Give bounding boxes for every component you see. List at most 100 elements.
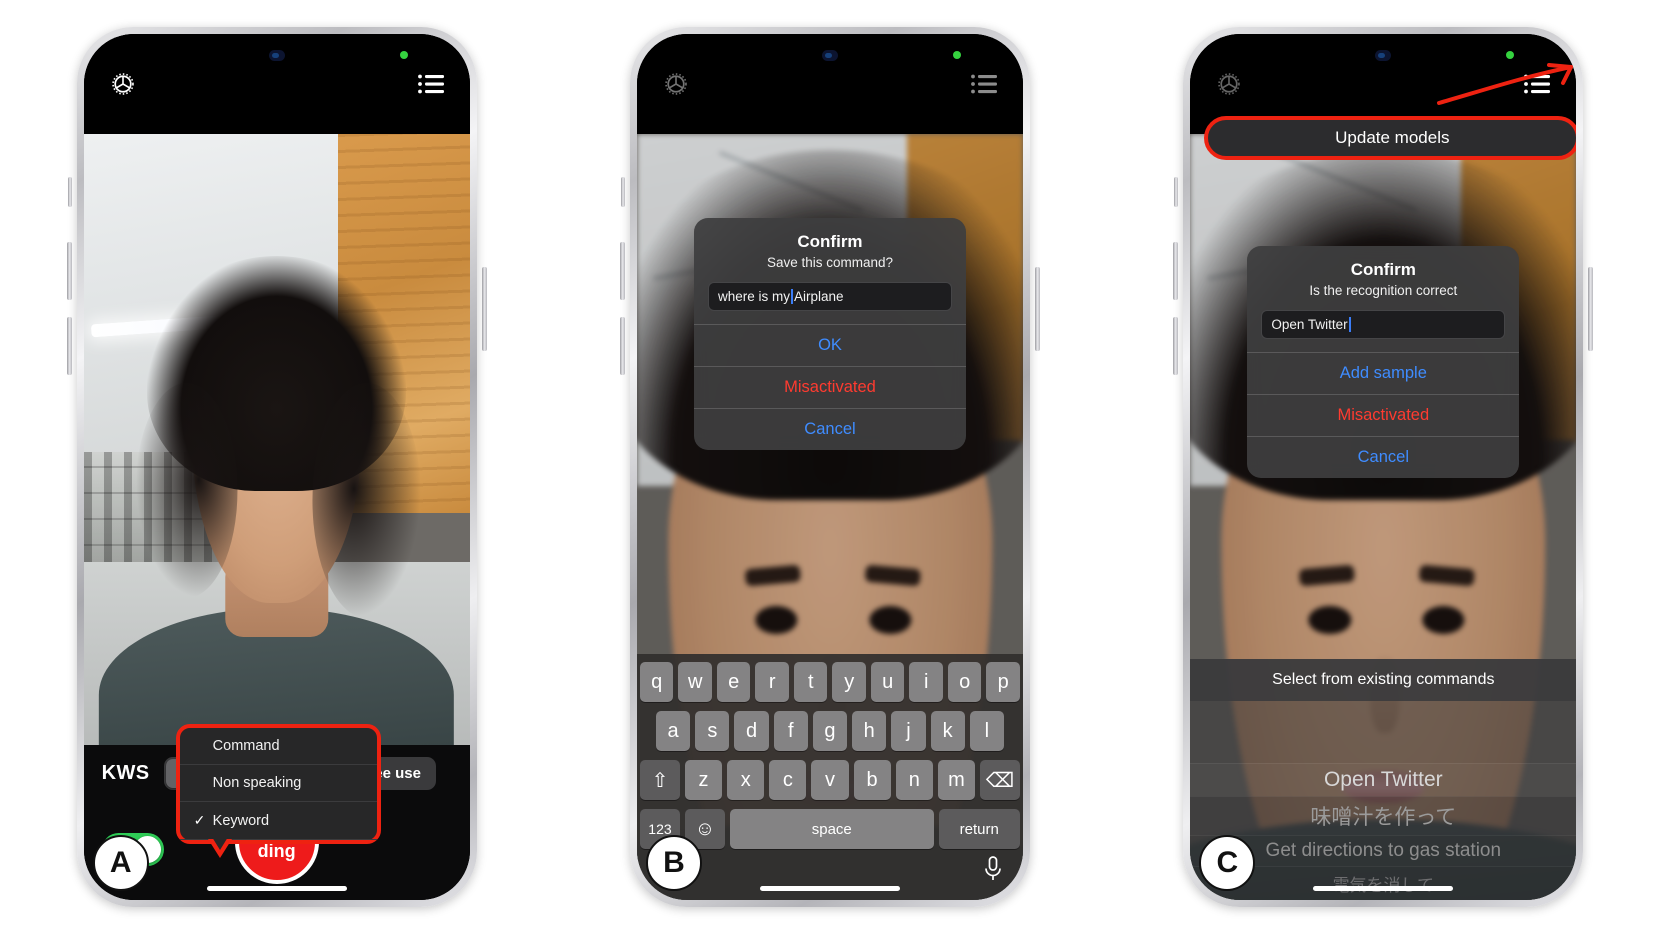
- key-d[interactable]: d: [734, 711, 769, 751]
- status-bar-a: [83, 34, 470, 134]
- gear-icon[interactable]: [659, 67, 693, 101]
- panel-label-c: C: [1199, 835, 1256, 891]
- add-sample-button[interactable]: Add sample: [1247, 352, 1520, 394]
- volume-down-button[interactable]: [1173, 317, 1179, 375]
- volume-down-button[interactable]: [619, 317, 625, 375]
- power-button[interactable]: [481, 267, 487, 351]
- front-camera-icon: [268, 50, 285, 61]
- list-icon[interactable]: [414, 67, 448, 101]
- return-key[interactable]: return: [938, 809, 1020, 849]
- screen-a: Command Non speaking ✓ Keyword KWS Free …: [83, 34, 470, 900]
- check-icon-keyword: ✓: [193, 812, 206, 828]
- keyboard-row-1: q w e r t y u i o p: [639, 662, 1020, 702]
- key-w[interactable]: w: [678, 662, 712, 702]
- key-i[interactable]: i: [909, 662, 943, 702]
- gear-icon[interactable]: [106, 67, 140, 101]
- picker-header: Select from existing commands: [1190, 659, 1577, 701]
- dialog-title: Confirm: [797, 232, 863, 251]
- dropdown-item-non-speaking[interactable]: Non speaking: [179, 765, 377, 802]
- record-button-line2: ding: [257, 841, 296, 861]
- list-icon[interactable]: [967, 67, 1001, 101]
- volume-down-button[interactable]: [66, 317, 72, 375]
- update-models-menu-item[interactable]: Update models: [1204, 116, 1577, 160]
- power-button[interactable]: [1588, 267, 1594, 351]
- camera-viewfinder-a: [83, 134, 470, 745]
- key-z[interactable]: z: [684, 760, 723, 800]
- panel-label-b: B: [645, 835, 702, 891]
- screen-c: Update models Confirm Is the recognition…: [1190, 34, 1577, 900]
- picker-spacer: [1190, 701, 1577, 763]
- key-c[interactable]: c: [769, 760, 807, 800]
- key-y[interactable]: y: [832, 662, 866, 702]
- list-item[interactable]: Open Twitter: [1190, 763, 1577, 796]
- key-e[interactable]: e: [716, 662, 751, 702]
- command-text-input[interactable]: where is my Airplane: [707, 282, 952, 311]
- dialog-title: Confirm: [1350, 260, 1416, 279]
- kws-label: KWS: [101, 762, 150, 784]
- dropdown-item-keyword[interactable]: ✓ Keyword: [179, 802, 377, 840]
- silent-switch[interactable]: [67, 177, 72, 207]
- camera-viewfinder-c: Confirm Is the recognition correct Open …: [1190, 134, 1577, 900]
- home-indicator[interactable]: [1313, 886, 1454, 891]
- volume-up-button[interactable]: [1173, 242, 1179, 300]
- dropdown-item-command[interactable]: Command: [179, 728, 377, 765]
- phone-panel-c: Update models Confirm Is the recognition…: [1173, 27, 1594, 907]
- panel-label-a: A: [92, 835, 149, 891]
- keyboard-row-2: a s d f g h j k l: [640, 711, 1020, 751]
- space-key[interactable]: space: [729, 809, 934, 849]
- home-indicator[interactable]: [206, 886, 347, 891]
- list-item[interactable]: 味噌汁を作って: [1190, 796, 1577, 835]
- key-p[interactable]: p: [986, 662, 1020, 702]
- camera-active-indicator: [399, 51, 408, 59]
- key-h[interactable]: h: [852, 711, 887, 751]
- key-x[interactable]: x: [727, 760, 765, 800]
- ok-button[interactable]: OK: [693, 324, 966, 366]
- misactivated-button[interactable]: Misactivated: [1247, 394, 1520, 436]
- callout-pointer: [207, 837, 232, 858]
- label-type-dropdown[interactable]: Command Non speaking ✓ Keyword: [175, 724, 381, 858]
- key-j[interactable]: j: [891, 711, 926, 751]
- camera-subject: [99, 256, 455, 745]
- key-o[interactable]: o: [947, 662, 982, 702]
- silent-switch[interactable]: [1174, 177, 1179, 207]
- camera-active-indicator: [1506, 51, 1515, 59]
- volume-up-button[interactable]: [619, 242, 625, 300]
- key-t[interactable]: t: [793, 662, 828, 702]
- text-caret: [791, 289, 793, 304]
- update-models-label: Update models: [1335, 128, 1450, 147]
- dropdown-item-label: Command: [212, 738, 280, 754]
- recognized-text-input[interactable]: Open Twitter: [1261, 310, 1506, 339]
- cancel-button[interactable]: Cancel: [1247, 436, 1520, 478]
- key-l[interactable]: l: [969, 711, 1004, 751]
- volume-up-button[interactable]: [66, 242, 72, 300]
- key-s[interactable]: s: [695, 711, 730, 751]
- misactivated-button[interactable]: Misactivated: [693, 366, 966, 408]
- key-q[interactable]: q: [639, 662, 674, 702]
- key-n[interactable]: n: [895, 760, 933, 800]
- key-m[interactable]: m: [937, 760, 975, 800]
- power-button[interactable]: [1034, 267, 1040, 351]
- dropdown-item-label: Non speaking: [212, 775, 302, 791]
- shift-key[interactable]: ⇧: [639, 760, 680, 800]
- front-camera-icon: [1375, 50, 1392, 61]
- camera-viewfinder-b: Confirm Save this command? where is my A…: [636, 134, 1023, 900]
- status-bar-b: [636, 34, 1023, 134]
- key-v[interactable]: v: [811, 760, 849, 800]
- home-indicator[interactable]: [759, 886, 900, 891]
- gear-icon[interactable]: [1212, 67, 1246, 101]
- cancel-button[interactable]: Cancel: [693, 408, 966, 450]
- key-k[interactable]: k: [930, 711, 965, 751]
- key-r[interactable]: r: [755, 662, 789, 702]
- keyboard-row-4: 123 ☺ space return: [639, 809, 1020, 849]
- key-f[interactable]: f: [773, 711, 808, 751]
- backspace-key[interactable]: ⌫: [979, 760, 1020, 800]
- key-b[interactable]: b: [853, 760, 891, 800]
- microphone-icon[interactable]: [982, 855, 1004, 888]
- silent-switch[interactable]: [620, 177, 625, 207]
- list-icon[interactable]: [1520, 67, 1554, 101]
- dropdown-item-label: Keyword: [212, 812, 270, 829]
- key-a[interactable]: a: [656, 711, 691, 751]
- key-u[interactable]: u: [870, 662, 905, 702]
- dialog-subtitle: Is the recognition correct: [1309, 283, 1458, 298]
- key-g[interactable]: g: [812, 711, 848, 751]
